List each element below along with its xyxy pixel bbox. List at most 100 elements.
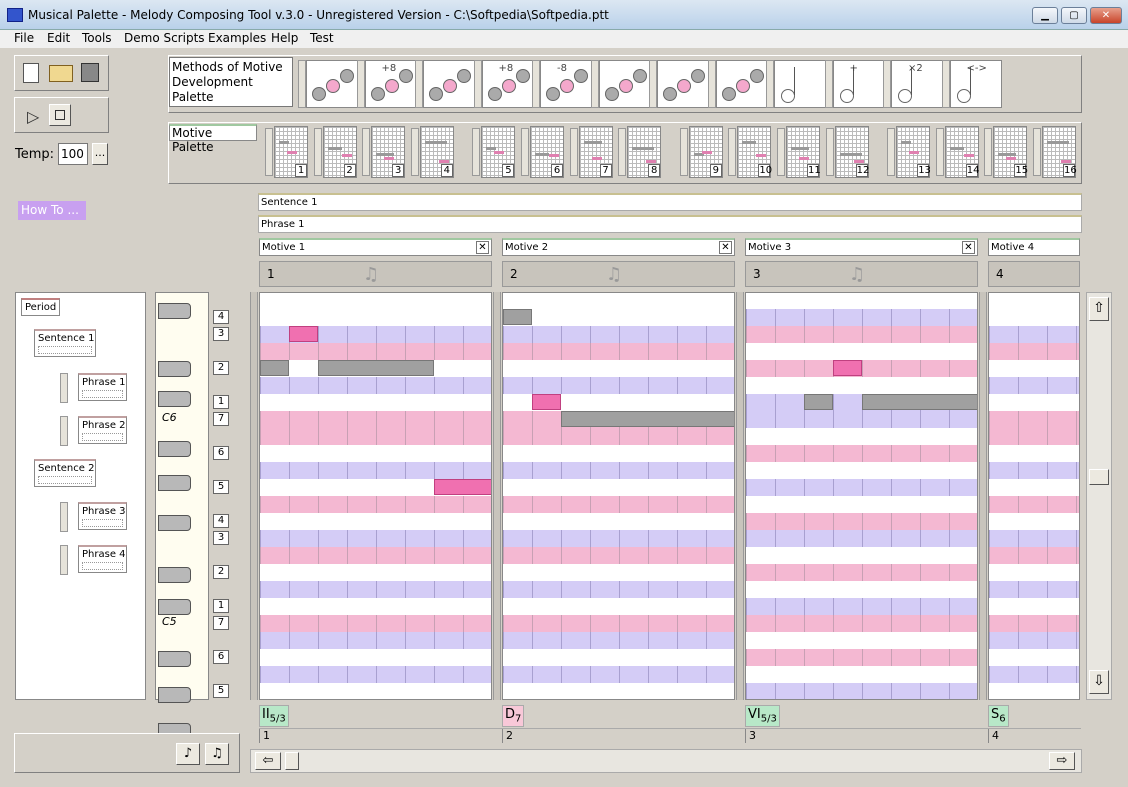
grid-row[interactable]: [503, 615, 734, 632]
method-grip[interactable]: [649, 60, 657, 108]
tree-phrase-3[interactable]: Phrase 3: [78, 502, 127, 530]
motive-cell[interactable]: 3: [371, 126, 406, 178]
method-grip[interactable]: [473, 60, 482, 108]
motive-grip[interactable]: [265, 128, 273, 176]
grid-row[interactable]: [260, 666, 491, 683]
motive-cell[interactable]: 7: [578, 126, 613, 178]
method-grip[interactable]: [356, 60, 365, 108]
method-grip[interactable]: [298, 60, 306, 108]
black-key[interactable]: [158, 475, 191, 491]
note-block[interactable]: [862, 394, 977, 410]
method-grip[interactable]: [590, 60, 599, 108]
grid-row[interactable]: [746, 479, 977, 496]
chord-symbol[interactable]: VI5/3: [745, 705, 780, 727]
grid-row[interactable]: [503, 530, 734, 547]
grid-row[interactable]: [746, 683, 977, 699]
black-key[interactable]: [158, 391, 191, 407]
menu-tools[interactable]: Tools: [82, 31, 112, 45]
method-cell[interactable]: [306, 60, 358, 108]
grid-row[interactable]: [503, 326, 734, 343]
tree-period[interactable]: Period: [21, 298, 61, 316]
grid-row[interactable]: [746, 564, 977, 581]
note-block[interactable]: [260, 360, 289, 376]
grid-row[interactable]: [989, 615, 1079, 632]
grid-row[interactable]: [260, 581, 491, 598]
motive-grip[interactable]: [472, 128, 481, 176]
column-separator[interactable]: [736, 292, 744, 700]
motive-grip[interactable]: [569, 128, 578, 176]
menu-help[interactable]: Help: [271, 31, 298, 45]
method-cell[interactable]: +8: [481, 60, 534, 108]
note-block[interactable]: [318, 360, 434, 376]
column-separator[interactable]: [250, 292, 258, 700]
method-grip[interactable]: [941, 60, 950, 108]
motive-cell[interactable]: 2: [322, 126, 357, 178]
note-block[interactable]: [561, 411, 734, 427]
method-cell[interactable]: +8: [364, 60, 417, 108]
grid-row[interactable]: [260, 632, 491, 649]
piano-roll-grid[interactable]: [502, 292, 735, 700]
tree-grip[interactable]: [60, 373, 68, 403]
motive-cell[interactable]: 4: [419, 126, 454, 178]
chord-symbol[interactable]: D7: [502, 705, 525, 727]
black-key[interactable]: [158, 441, 191, 457]
method-grip[interactable]: [707, 60, 716, 108]
method-grip[interactable]: [415, 60, 423, 108]
tree-phrase-2[interactable]: Phrase 2: [78, 416, 127, 444]
scroll-right-button[interactable]: ⇨: [1049, 752, 1075, 770]
black-key[interactable]: [158, 361, 191, 377]
grid-row[interactable]: [989, 377, 1079, 394]
motive-cell[interactable]: 6: [530, 126, 564, 178]
grid-row[interactable]: [503, 547, 734, 564]
phrase-header[interactable]: Phrase 1: [258, 215, 1082, 233]
grid-row[interactable]: [503, 632, 734, 649]
tree-phrase-1[interactable]: Phrase 1: [78, 373, 127, 401]
piano-roll-grid[interactable]: [745, 292, 978, 700]
motive-grip[interactable]: [887, 128, 896, 176]
motive-header[interactable]: Motive 1 ✕: [259, 238, 492, 256]
close-motive-icon[interactable]: ✕: [476, 241, 489, 254]
method-cell[interactable]: -8: [540, 60, 592, 108]
motive-cell[interactable]: 8: [627, 126, 662, 178]
tree-grip[interactable]: [60, 502, 68, 532]
grid-row[interactable]: [989, 326, 1079, 343]
tree-sentence-2[interactable]: Sentence 2: [34, 459, 96, 487]
grid-row[interactable]: [746, 598, 977, 615]
grid-row[interactable]: [989, 632, 1079, 649]
grid-row[interactable]: [989, 530, 1079, 547]
piano-roll-grid[interactable]: [259, 292, 492, 700]
method-cell[interactable]: <->: [949, 60, 1002, 108]
motive-grip[interactable]: [935, 128, 944, 176]
grid-row[interactable]: [989, 428, 1079, 445]
grid-row[interactable]: [503, 343, 734, 360]
grid-row[interactable]: [746, 513, 977, 530]
open-folder-icon[interactable]: [49, 65, 73, 82]
method-grip[interactable]: [824, 60, 833, 108]
note-block[interactable]: [503, 309, 532, 325]
tempo-input[interactable]: 100: [58, 143, 88, 165]
sentence-header[interactable]: Sentence 1: [258, 193, 1082, 211]
grid-row[interactable]: [503, 462, 734, 479]
note-down-icon[interactable]: ♫: [205, 743, 229, 765]
black-key[interactable]: [158, 515, 191, 531]
piano-roll-grid[interactable]: [988, 292, 1080, 700]
black-key[interactable]: [158, 687, 191, 703]
save-icon[interactable]: [81, 63, 99, 82]
note-block[interactable]: [289, 326, 318, 342]
motive-header[interactable]: Motive 4: [988, 238, 1080, 256]
method-grip[interactable]: [532, 60, 540, 108]
tree-grip[interactable]: [60, 416, 68, 446]
scroll-up-button[interactable]: ⇧: [1089, 297, 1109, 321]
vertical-scroll-thumb[interactable]: [1089, 469, 1109, 485]
motive-grip[interactable]: [618, 128, 627, 176]
grid-row[interactable]: [989, 547, 1079, 564]
grid-row[interactable]: [989, 581, 1079, 598]
how-to-button[interactable]: How To ...: [18, 201, 86, 220]
grid-row[interactable]: [746, 309, 977, 326]
grid-row[interactable]: [746, 615, 977, 632]
menu-file[interactable]: File: [14, 31, 34, 45]
column-separator[interactable]: [979, 292, 987, 700]
play-icon[interactable]: ▷: [27, 107, 39, 126]
method-cell[interactable]: [657, 60, 709, 108]
method-cell[interactable]: ×2: [891, 60, 943, 108]
